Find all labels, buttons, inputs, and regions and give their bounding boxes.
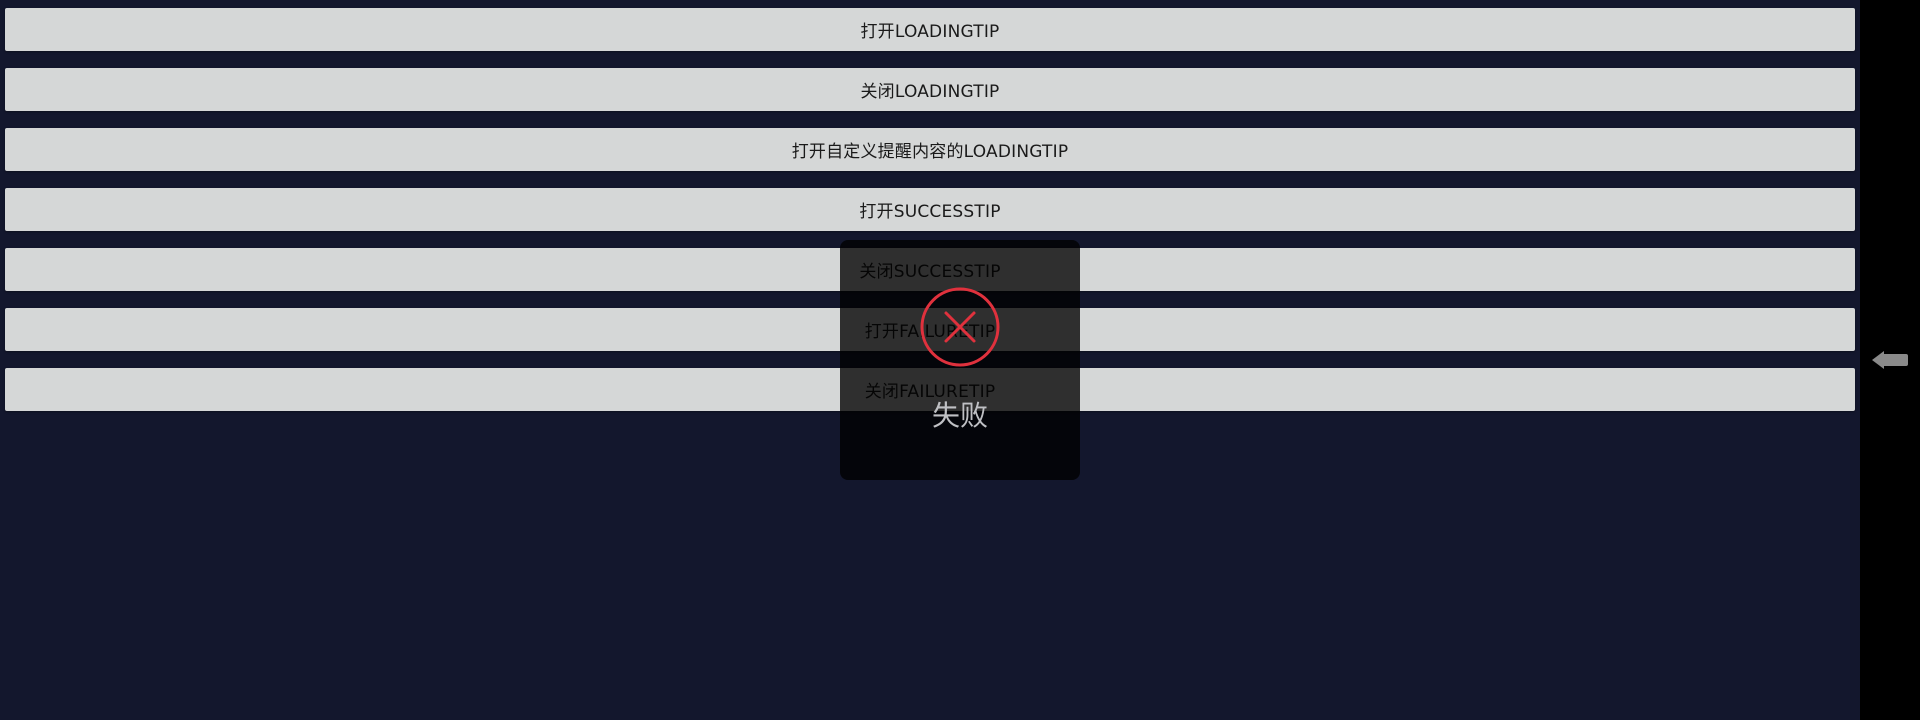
- open-successtip-button[interactable]: 打开SUCCESSTIP: [5, 188, 1855, 231]
- close-circle-icon: [920, 287, 1000, 367]
- toast-message: 失败: [931, 399, 988, 432]
- close-loadingtip-button[interactable]: 关闭LOADINGTIP: [5, 68, 1855, 111]
- back-arrow-icon[interactable]: [1870, 348, 1910, 372]
- open-loadingtip-button[interactable]: 打开LOADINGTIP: [5, 8, 1855, 51]
- failure-toast: 失败: [840, 240, 1080, 480]
- app-screen: 打开LOADINGTIP 关闭LOADINGTIP 打开自定义提醒内容的LOAD…: [0, 0, 1860, 720]
- open-custom-loadingtip-button[interactable]: 打开自定义提醒内容的LOADINGTIP: [5, 128, 1855, 171]
